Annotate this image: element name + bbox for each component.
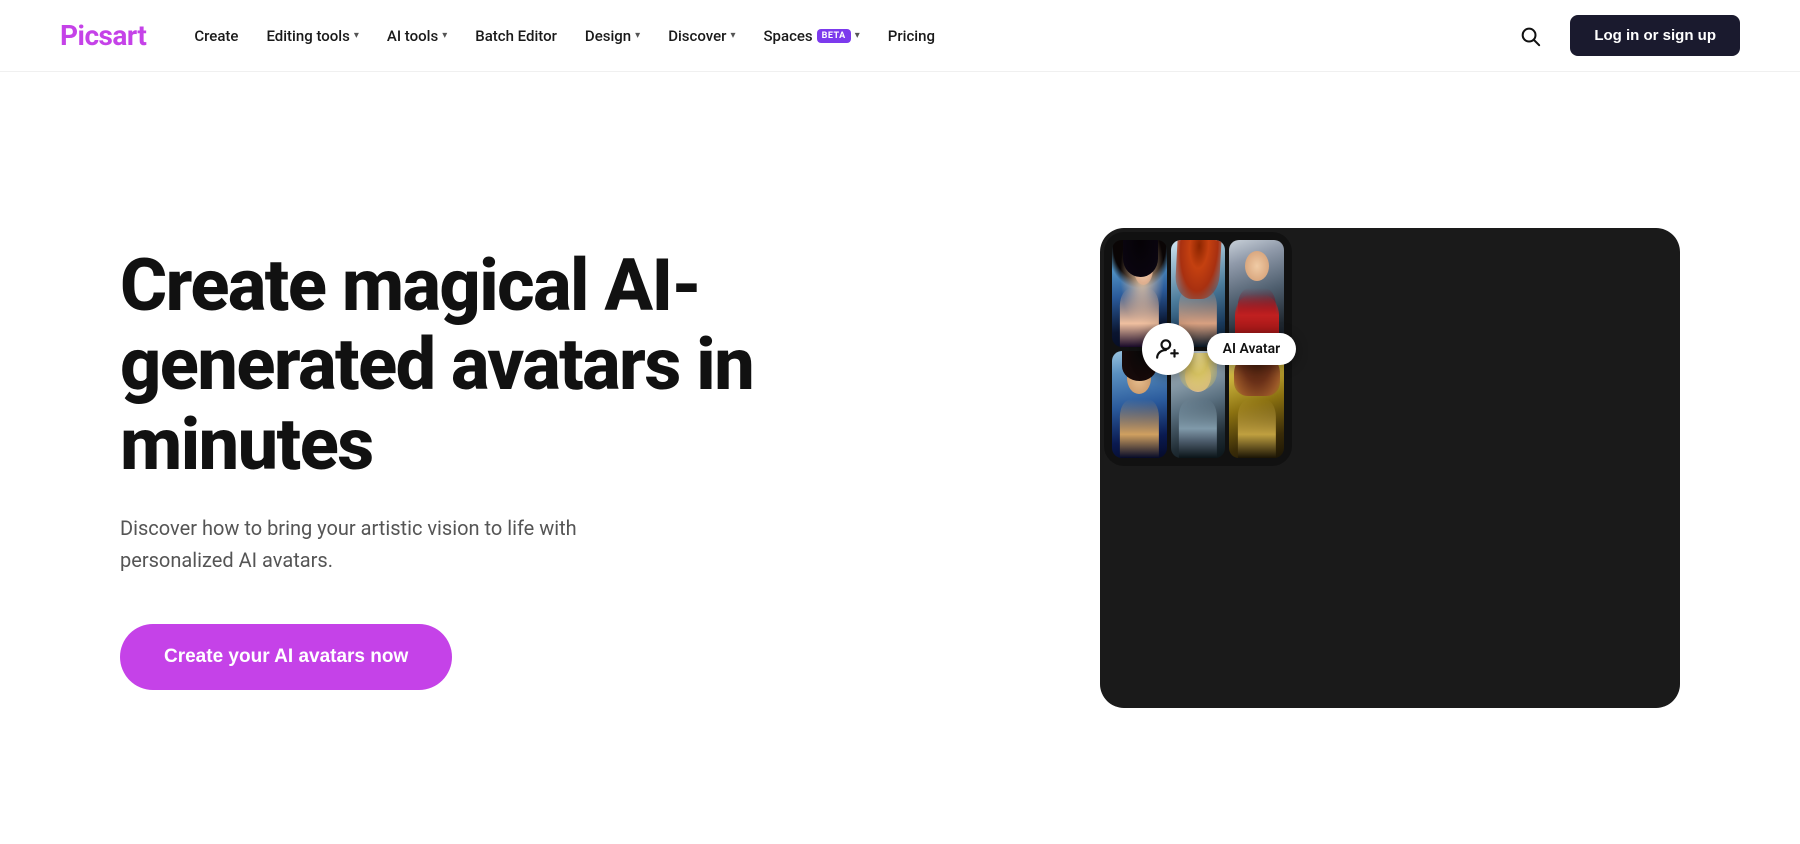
collage-grid: AI Avatar: [1104, 232, 1292, 466]
login-signup-button[interactable]: Log in or sign up: [1570, 15, 1740, 56]
avatar-body-5: [1179, 399, 1217, 458]
nav-item-spaces[interactable]: Spaces BETA ▾: [751, 19, 871, 53]
nav-label-create: Create: [194, 27, 238, 45]
nav-item-design[interactable]: Design ▾: [573, 19, 652, 53]
header-left: Picsart Create Editing tools ▾ AI tools …: [60, 19, 947, 53]
avatar-image-6: [1229, 351, 1284, 458]
nav-item-discover[interactable]: Discover ▾: [656, 19, 747, 53]
avatar-body-4: [1120, 399, 1158, 458]
nav-item-editing-tools[interactable]: Editing tools ▾: [254, 19, 370, 53]
main-nav: Create Editing tools ▾ AI tools ▾ Batch …: [182, 19, 947, 53]
beta-badge: BETA: [817, 29, 851, 43]
avatar-body-6: [1238, 399, 1276, 458]
nav-label-editing-tools: Editing tools: [266, 27, 349, 45]
nav-label-discover: Discover: [668, 27, 726, 45]
nav-item-pricing[interactable]: Pricing: [876, 19, 947, 53]
hero-section: Create magical AI-generated avatars in m…: [0, 72, 1800, 844]
avatar-add-icon: [1155, 336, 1181, 362]
nav-label-design: Design: [585, 27, 631, 45]
nav-label-ai-tools: AI tools: [387, 27, 438, 45]
logo[interactable]: Picsart: [60, 19, 146, 52]
hero-title: Create magical AI-generated avatars in m…: [120, 246, 780, 484]
chevron-down-icon: ▾: [442, 30, 447, 41]
ai-avatar-label: AI Avatar: [1207, 333, 1297, 365]
nav-item-ai-tools[interactable]: AI tools ▾: [375, 19, 459, 53]
chevron-down-icon: ▾: [354, 30, 359, 41]
nav-label-spaces: Spaces: [763, 27, 812, 45]
hero-subtitle: Discover how to bring your artistic visi…: [120, 512, 660, 576]
hero-content: Create magical AI-generated avatars in m…: [120, 246, 780, 690]
header-right: Log in or sign up: [1510, 15, 1740, 56]
search-button[interactable]: [1510, 16, 1550, 56]
logo-text: Picsart: [60, 19, 146, 52]
chevron-down-icon: ▾: [635, 30, 640, 41]
nav-item-batch-editor[interactable]: Batch Editor: [463, 19, 569, 53]
nav-label-batch-editor: Batch Editor: [475, 27, 557, 45]
chevron-down-icon: ▾: [730, 30, 735, 41]
nav-label-pricing: Pricing: [888, 27, 935, 45]
avatar-collage: AI Avatar: [1100, 228, 1680, 708]
nav-item-create[interactable]: Create: [182, 19, 250, 53]
site-header: Picsart Create Editing tools ▾ AI tools …: [0, 0, 1800, 72]
search-icon: [1519, 25, 1541, 47]
chevron-down-icon: ▾: [855, 30, 860, 41]
avatar-image-3: [1229, 240, 1284, 347]
cta-create-avatars-button[interactable]: Create your AI avatars now: [120, 624, 452, 690]
avatar-add-icon-container: [1142, 323, 1194, 375]
